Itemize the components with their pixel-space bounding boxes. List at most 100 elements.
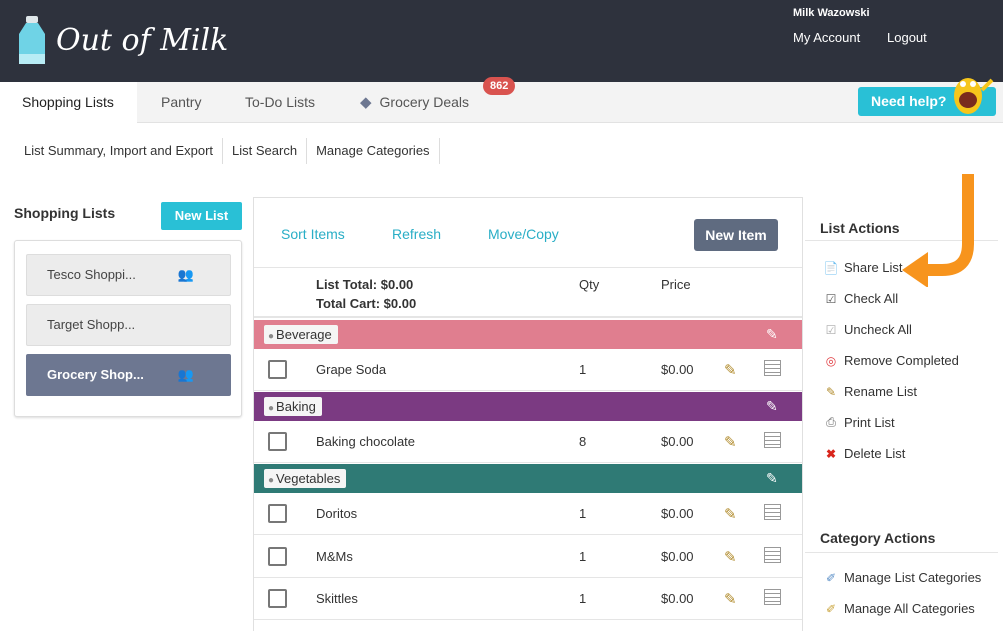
item-qty: 1 — [579, 591, 587, 606]
uncheck-all-action[interactable]: ☑ Uncheck All — [823, 322, 912, 337]
item-name[interactable]: Baking chocolate — [316, 434, 415, 449]
list-totals-row: List Total: $0.00 Total Cart: $0.00 Qty … — [254, 268, 802, 318]
subnav-list-summary[interactable]: List Summary, Import and Export — [0, 138, 224, 164]
action-label: Delete List — [844, 446, 906, 461]
list-content-panel: Sort Items Refresh Move/Copy New Item Li… — [253, 197, 803, 631]
category-header[interactable]: ● Vegetables ✎ — [254, 464, 802, 493]
list-item-label: Tesco Shoppi... — [47, 267, 136, 282]
category-name: Beverage — [276, 327, 332, 342]
rename-list-action[interactable]: ✎ Rename List — [823, 384, 917, 399]
monster-mascot-icon — [954, 78, 994, 114]
my-account-link[interactable]: My Account — [793, 30, 860, 45]
edit-category-icon[interactable]: ✎ — [766, 326, 778, 343]
item-price: $0.00 — [661, 434, 694, 449]
refresh-link[interactable]: Refresh — [392, 226, 441, 242]
item-qty: 1 — [579, 362, 587, 377]
item-name[interactable]: Grape Soda — [316, 362, 386, 377]
item-checkbox[interactable] — [268, 589, 287, 608]
category-actions-heading: Category Actions — [820, 530, 936, 546]
shared-people-icon: 👥 — [177, 267, 194, 282]
item-details-icon[interactable] — [764, 547, 781, 563]
action-label: Print List — [844, 415, 895, 430]
tab-shopping-lists[interactable]: Shopping Lists — [0, 82, 137, 124]
tab-grocery-deals[interactable]: ◆ Grocery Deals — [360, 82, 469, 123]
new-item-button[interactable]: New Item — [694, 219, 778, 251]
item-details-icon[interactable] — [764, 360, 781, 376]
price-tag-icon: ◆ — [360, 94, 372, 111]
delete-list-action[interactable]: ✖ Delete List — [823, 446, 905, 461]
delete-icon: ✖ — [825, 446, 837, 461]
check-icon: ☑ — [825, 291, 837, 306]
manage-all-categories-action[interactable]: ✐ Manage All Categories — [823, 601, 975, 616]
category-name: Vegetables — [276, 471, 341, 486]
item-name[interactable]: M&Ms — [316, 549, 353, 564]
tab-pantry[interactable]: Pantry — [161, 82, 201, 123]
list-item[interactable]: Tesco Shoppi... 👥 — [26, 254, 231, 296]
move-copy-link[interactable]: Move/Copy — [488, 226, 559, 242]
list-toolbar: Sort Items Refresh Move/Copy New Item — [254, 198, 802, 268]
edit-category-icon[interactable]: ✎ — [766, 470, 778, 487]
edit-category-icon[interactable]: ✎ — [766, 398, 778, 415]
action-label: Rename List — [844, 384, 917, 399]
print-list-action[interactable]: ⎙ Print List — [823, 415, 895, 430]
qty-header: Qty — [579, 277, 600, 292]
edit-item-icon[interactable]: ✎ — [724, 433, 737, 451]
tab-to-do-lists[interactable]: To-Do Lists — [245, 82, 315, 123]
item-checkbox[interactable] — [268, 547, 287, 566]
item-price: $0.00 — [661, 591, 694, 606]
logout-link[interactable]: Logout — [887, 30, 927, 45]
action-label: Check All — [844, 291, 899, 306]
edit-item-icon[interactable]: ✎ — [724, 505, 737, 523]
category-tag: ● Vegetables — [264, 469, 347, 488]
logo-wordmark: Out of Milk — [56, 22, 229, 58]
subnav-list-search[interactable]: List Search — [223, 138, 308, 164]
action-label: Remove Completed — [844, 353, 959, 368]
item-price: $0.00 — [661, 506, 694, 521]
cart-total: Total Cart: $0.00 — [316, 296, 417, 311]
list-total: List Total: $0.00 — [316, 277, 414, 292]
tags-icon: ✐ — [825, 570, 837, 585]
item-qty: 1 — [579, 549, 587, 564]
new-list-button[interactable]: New List — [161, 202, 242, 230]
tab-grocery-deals-label: Grocery Deals — [379, 94, 470, 110]
table-row: M&Ms 1 $0.00 ✎ — [254, 536, 802, 578]
share-list-action[interactable]: 📄 Share List — [823, 260, 903, 275]
item-details-icon[interactable] — [764, 504, 781, 520]
manage-list-categories-action[interactable]: ✐ Manage List Categories — [823, 570, 981, 585]
item-checkbox[interactable] — [268, 504, 287, 523]
edit-item-icon[interactable]: ✎ — [724, 361, 737, 379]
item-details-icon[interactable] — [764, 589, 781, 605]
category-header[interactable]: ● Baking ✎ — [254, 392, 802, 421]
item-price: $0.00 — [661, 549, 694, 564]
item-checkbox[interactable] — [268, 360, 287, 379]
check-all-action[interactable]: ☑ Check All — [823, 291, 899, 306]
item-name[interactable]: Skittles — [316, 591, 358, 606]
price-header: Price — [661, 277, 691, 292]
list-item[interactable]: Target Shopp... — [26, 304, 231, 346]
category-tag: ● Baking — [264, 397, 322, 416]
remove-completed-action[interactable]: ◎ Remove Completed — [823, 353, 959, 368]
milk-bottle-icon — [19, 16, 45, 64]
item-checkbox[interactable] — [268, 432, 287, 451]
target-icon: ◎ — [825, 353, 837, 368]
item-price: $0.00 — [661, 362, 694, 377]
top-bar: Out of Milk Milk Wazowski My Account Log… — [0, 0, 1003, 82]
category-header[interactable]: ● Beverage ✎ — [254, 320, 802, 349]
uncheck-icon: ☑ — [825, 322, 837, 337]
item-name[interactable]: Doritos — [316, 506, 357, 521]
category-tag: ● Beverage — [264, 325, 338, 344]
orange-arrow-icon — [902, 174, 974, 287]
table-row: Baking chocolate 8 $0.00 ✎ — [254, 421, 802, 463]
list-item-label: Grocery Shop... — [47, 367, 144, 382]
sort-items-link[interactable]: Sort Items — [281, 226, 345, 242]
item-details-icon[interactable] — [764, 432, 781, 448]
list-item[interactable]: Grocery Shop... 👥 — [26, 354, 231, 396]
table-row: Doritos 1 $0.00 ✎ — [254, 493, 802, 535]
list-actions-heading: List Actions — [820, 220, 900, 236]
printer-icon: ⎙ — [826, 415, 836, 429]
subnav-manage-categories[interactable]: Manage Categories — [307, 138, 440, 164]
logo[interactable]: Out of Milk — [18, 16, 228, 64]
edit-item-icon[interactable]: ✎ — [724, 548, 737, 566]
action-label: Manage List Categories — [844, 570, 982, 585]
edit-item-icon[interactable]: ✎ — [724, 590, 737, 608]
